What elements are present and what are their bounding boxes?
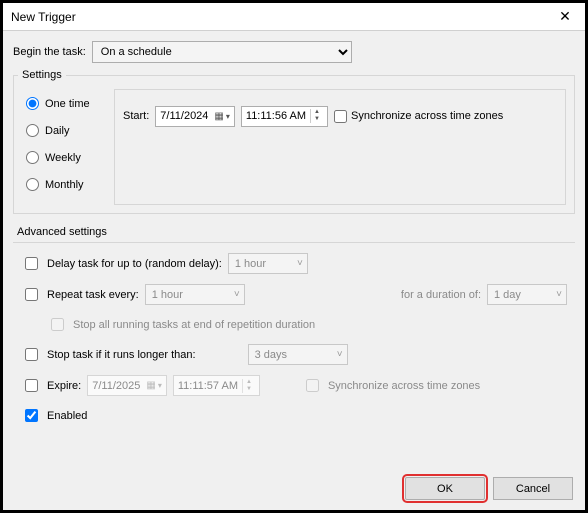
ok-button[interactable]: OK [405, 477, 485, 500]
advanced-legend: Advanced settings [17, 226, 575, 238]
advanced-group: Delay task for up to (random delay): 1 h… [13, 242, 575, 439]
radio-monthly-label: Monthly [45, 179, 84, 191]
duration-label: for a duration of: [401, 289, 481, 301]
expire-checkbox[interactable] [25, 379, 38, 392]
start-time-input[interactable]: 11:11:56 AM ▲▼ [241, 106, 328, 127]
repeat-combo[interactable]: 1 hour [145, 284, 245, 305]
expire-label: Expire: [47, 380, 81, 392]
delay-checkbox[interactable] [25, 257, 38, 270]
expire-date-value: 7/11/2025 [92, 380, 140, 392]
stop-longer-label: Stop task if it runs longer than: [47, 349, 196, 361]
repeat-checkbox[interactable] [25, 288, 38, 301]
sync-timezones-checkbox[interactable] [334, 110, 347, 123]
start-date-input[interactable]: 7/11/2024 ▦ ▾ [155, 106, 235, 127]
delay-combo[interactable]: 1 hour [228, 253, 308, 274]
time-spinner[interactable]: ▲▼ [242, 379, 255, 393]
begin-task-label: Begin the task: [13, 46, 86, 58]
radio-daily-label: Daily [45, 125, 69, 137]
begin-task-select[interactable]: On a schedule [92, 41, 352, 63]
radio-onetime-label: One time [45, 98, 90, 110]
enabled-checkbox[interactable] [25, 409, 38, 422]
expire-time-value: 11:11:57 AM [178, 380, 238, 392]
sync-timezones-label: Synchronize across time zones [351, 110, 503, 122]
start-label: Start: [123, 110, 149, 122]
titlebar: New Trigger ✕ [3, 3, 585, 31]
dialog-buttons: OK Cancel [405, 477, 573, 500]
radio-monthly[interactable] [26, 178, 39, 191]
expire-time-input[interactable]: 11:11:57 AM ▲▼ [173, 375, 260, 396]
chevron-down-icon: ▾ [158, 381, 162, 390]
radio-weekly-label: Weekly [45, 152, 81, 164]
stop-end-label: Stop all running tasks at end of repetit… [73, 319, 315, 331]
radio-daily[interactable] [26, 124, 39, 137]
start-date-value: 7/11/2024 [160, 110, 208, 122]
expire-sync-checkbox [306, 379, 319, 392]
stop-end-checkbox [51, 318, 64, 331]
settings-group: Settings One time Daily Weekly Monthly [13, 69, 575, 214]
delay-label: Delay task for up to (random delay): [47, 258, 222, 270]
cancel-button[interactable]: Cancel [493, 477, 573, 500]
radio-onetime[interactable] [26, 97, 39, 110]
chevron-down-icon: ▾ [226, 112, 230, 121]
expire-sync-label: Synchronize across time zones [328, 380, 480, 392]
settings-legend: Settings [18, 69, 66, 81]
schedule-options: One time Daily Weekly Monthly [14, 81, 114, 213]
stop-longer-checkbox[interactable] [25, 348, 38, 361]
time-spinner[interactable]: ▲▼ [310, 109, 323, 123]
stop-longer-combo[interactable]: 3 days [248, 344, 348, 365]
window-title: New Trigger [11, 10, 76, 24]
close-button[interactable]: ✕ [545, 3, 585, 31]
close-icon: ✕ [559, 8, 571, 25]
radio-weekly[interactable] [26, 151, 39, 164]
expire-date-input[interactable]: 7/11/2025 ▦ ▾ [87, 375, 167, 396]
repeat-label: Repeat task every: [47, 289, 139, 301]
calendar-icon: ▦ [214, 111, 223, 122]
calendar-icon: ▦ [146, 380, 155, 391]
enabled-label: Enabled [47, 410, 87, 422]
duration-combo[interactable]: 1 day [487, 284, 567, 305]
start-panel: Start: 7/11/2024 ▦ ▾ 11:11:56 AM ▲▼ Sync… [114, 89, 566, 205]
start-time-value: 11:11:56 AM [246, 110, 306, 122]
